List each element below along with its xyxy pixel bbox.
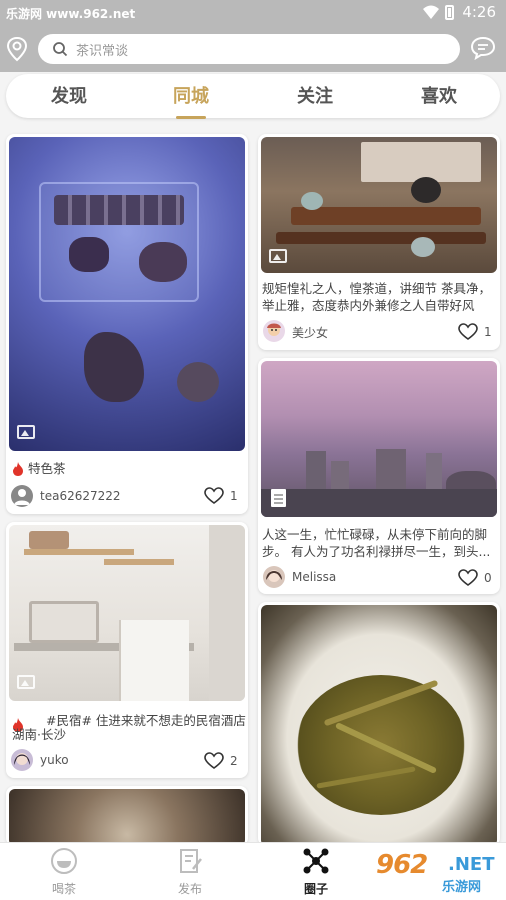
post-image [9, 525, 245, 701]
post-title: 规矩惶礼之人，惶茶道，讲细节 茶具净，举止雅，态度恭内外兼修之人自带好风水... [262, 281, 491, 316]
post-image [261, 361, 497, 517]
like-count: 2 [230, 754, 238, 768]
nav-drink-tea[interactable]: 喝茶 [34, 847, 94, 897]
status-time: 4:26 [462, 3, 496, 21]
post-title: 人这一生，忙忙碌碌，从未停下前向的脚步。 有人为了功名利禄拼尽一生，到头... [262, 527, 491, 559]
nav-publish[interactable]: 发布 [160, 847, 220, 897]
nav-label: 发布 [177, 882, 202, 896]
watermark-sub: 乐游网 [442, 880, 482, 895]
username[interactable]: Melissa [292, 570, 336, 584]
post-image [9, 789, 245, 846]
feed-tabs: 发现 同城 关注 喜欢 [6, 74, 500, 119]
image-type-icon [17, 675, 35, 689]
status-bar: 乐游网 www.962.net 4:26 [0, 0, 506, 26]
status-left-text: 乐游网 www.962.net [6, 7, 136, 21]
tab-label: 发现 [51, 86, 87, 107]
circle-nodes-icon [303, 848, 329, 874]
image-type-icon [269, 249, 287, 263]
post-card[interactable]: #民宿# 住进来就不想走的民宿酒店 湖南·长沙 yuko 2 [6, 522, 248, 778]
avatar[interactable] [11, 485, 33, 507]
top-bar: 茶识常谈 [0, 26, 506, 72]
active-tab-indicator [176, 116, 206, 119]
edit-icon [180, 849, 202, 873]
watermark-net: .NET [448, 854, 495, 875]
location-icon[interactable] [6, 36, 28, 62]
tab-following[interactable]: 关注 [280, 82, 350, 108]
search-placeholder: 茶识常谈 [76, 44, 129, 59]
heart-icon[interactable] [204, 487, 224, 505]
post-location: 湖南·长沙 [12, 727, 66, 742]
tab-likes[interactable]: 喜欢 [404, 82, 474, 108]
post-card[interactable]: 规矩惶礼之人，惶茶道，讲细节 茶具净，举止雅，态度恭内外兼修之人自带好风水...… [258, 134, 500, 350]
post-card[interactable]: 人这一生，忙忙碌碌，从未停下前向的脚步。 有人为了功名利禄拼尽一生，到头... … [258, 358, 500, 594]
nav-label: 圈子 [303, 882, 328, 896]
post-image [261, 137, 497, 273]
teacup-icon [51, 848, 77, 874]
nav-label: 喝茶 [51, 882, 76, 896]
tab-same-city[interactable]: 同城 [156, 82, 226, 119]
heart-icon[interactable] [458, 569, 478, 587]
like-count: 1 [230, 489, 238, 503]
battery-icon [445, 5, 454, 20]
nav-circle[interactable]: 圈子 [286, 847, 346, 897]
search-input[interactable]: 茶识常谈 [38, 34, 460, 64]
username[interactable]: tea62627222 [40, 489, 121, 503]
username[interactable]: yuko [40, 753, 69, 767]
post-image [9, 137, 245, 451]
post-card[interactable] [6, 786, 248, 846]
heart-icon[interactable] [204, 752, 224, 770]
document-type-icon [271, 489, 286, 507]
avatar[interactable] [263, 320, 285, 342]
watermark-number: 962 [376, 850, 428, 880]
post-image [261, 605, 497, 846]
message-icon[interactable] [470, 36, 496, 60]
image-type-icon [17, 425, 35, 439]
tab-label: 同城 [173, 86, 209, 107]
heart-icon[interactable] [458, 323, 478, 341]
username[interactable]: 美少女 [292, 324, 328, 341]
site-watermark-logo: 962 .NET 乐游网 [370, 850, 500, 896]
tab-label: 关注 [297, 86, 333, 107]
wifi-icon [423, 5, 439, 19]
like-count: 1 [484, 325, 492, 339]
tab-discover[interactable]: 发现 [34, 82, 104, 108]
avatar[interactable] [263, 566, 285, 588]
tab-label: 喜欢 [421, 86, 457, 107]
post-card[interactable] [258, 602, 500, 846]
post-title: 特色茶 [28, 461, 66, 476]
like-count: 0 [484, 571, 492, 585]
search-icon [53, 42, 68, 57]
post-card[interactable]: 特色茶 tea62627222 1 [6, 134, 248, 514]
fire-icon [13, 462, 23, 476]
avatar[interactable] [11, 749, 33, 771]
